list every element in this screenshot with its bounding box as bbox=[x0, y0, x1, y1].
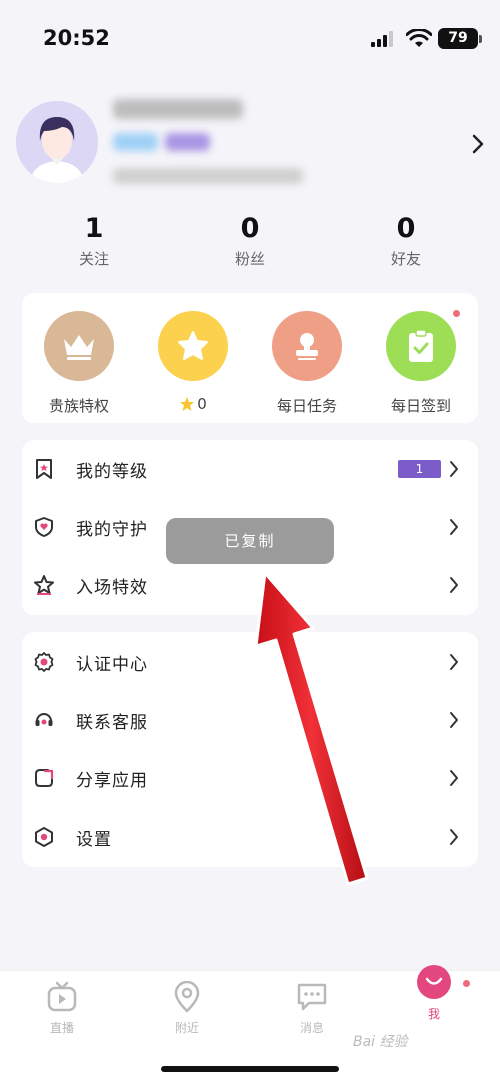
menu-my-guard-label: 我的守护 bbox=[76, 519, 148, 540]
smile-icon bbox=[417, 965, 451, 999]
stat-friends[interactable]: 0 好友 bbox=[346, 213, 466, 269]
checkin-notification-dot bbox=[453, 310, 460, 317]
menu-row-share-app[interactable]: 分享应用 bbox=[22, 749, 478, 807]
copied-toast: 已复制 bbox=[166, 518, 334, 564]
star-icon bbox=[158, 311, 228, 381]
level-badge: 1 bbox=[398, 460, 441, 478]
menu-row-verify-center[interactable]: 认证中心 bbox=[22, 633, 478, 691]
menu-settings-label: 设置 bbox=[76, 829, 112, 850]
quick-daily-task-label: 每日任务 bbox=[276, 397, 337, 415]
gear-hexagon-icon bbox=[33, 826, 55, 848]
chevron-right-icon bbox=[450, 654, 458, 670]
bookmark-star-icon bbox=[33, 458, 55, 480]
id-blurred bbox=[113, 168, 303, 184]
me-notification-dot bbox=[463, 980, 470, 987]
quick-stars-label: 0 bbox=[138, 395, 248, 413]
location-pin-icon bbox=[174, 980, 200, 1013]
watermark: Bai 经验 bbox=[353, 1034, 408, 1050]
menu-my-level-label: 我的等级 bbox=[76, 461, 148, 482]
tab-me-label: 我 bbox=[427, 1007, 440, 1021]
stat-fans-label: 粉丝 bbox=[234, 250, 265, 268]
battery-icon: 79 bbox=[438, 28, 478, 49]
stat-friends-count: 0 bbox=[396, 213, 416, 244]
tab-live[interactable]: 直播 bbox=[22, 981, 102, 1036]
stat-fans-count: 0 bbox=[240, 213, 260, 244]
home-indicator[interactable] bbox=[161, 1066, 339, 1072]
quick-checkin-label: 每日签到 bbox=[390, 397, 451, 415]
menu-support-label: 联系客服 bbox=[76, 712, 148, 733]
tab-nearby[interactable]: 附近 bbox=[147, 980, 227, 1036]
crown-icon bbox=[44, 311, 114, 381]
menu-row-settings[interactable]: 设置 bbox=[22, 808, 478, 866]
stat-following[interactable]: 1 关注 bbox=[34, 213, 154, 269]
badge-blurred-purple bbox=[165, 133, 210, 151]
avatar[interactable] bbox=[16, 101, 98, 183]
clipboard-check-icon bbox=[386, 311, 456, 381]
share-icon bbox=[33, 767, 55, 789]
quick-stars[interactable]: 0 bbox=[138, 311, 248, 413]
chevron-right-icon bbox=[450, 461, 458, 477]
tab-live-label: 直播 bbox=[49, 1021, 74, 1035]
menu-entry-effect-label: 入场特效 bbox=[76, 577, 148, 598]
stamp-icon bbox=[272, 311, 342, 381]
headset-icon bbox=[33, 709, 55, 731]
chevron-right-icon bbox=[450, 519, 458, 535]
signal-icon bbox=[371, 31, 393, 47]
quick-noble-label: 贵族特权 bbox=[48, 397, 109, 415]
quick-noble-privilege[interactable]: 贵族特权 bbox=[24, 311, 134, 416]
chevron-right-icon bbox=[450, 712, 458, 728]
menu-verify-label: 认证中心 bbox=[76, 654, 148, 675]
stat-following-label: 关注 bbox=[78, 250, 109, 268]
chevron-right-icon bbox=[450, 577, 458, 593]
wifi-icon bbox=[406, 29, 432, 47]
status-bar: 20:52 79 bbox=[0, 0, 500, 78]
badge-blurred-blue bbox=[113, 133, 158, 151]
tab-me[interactable]: 我 bbox=[394, 965, 474, 1022]
menu-row-entry-effect[interactable]: 入场特效 bbox=[22, 556, 478, 614]
star-count: 0 bbox=[197, 395, 207, 413]
quick-daily-task[interactable]: 每日任务 bbox=[252, 311, 362, 416]
small-star-icon bbox=[180, 397, 195, 411]
tab-messages[interactable]: 消息 bbox=[272, 981, 352, 1036]
shield-heart-icon bbox=[33, 516, 55, 538]
chat-bubble-icon bbox=[297, 983, 327, 1011]
tab-nearby-label: 附近 bbox=[174, 1021, 199, 1035]
chevron-right-icon bbox=[450, 829, 458, 845]
chevron-right-icon[interactable] bbox=[471, 133, 485, 155]
menu-card-settings: 认证中心 联系客服 分享应用 设置 bbox=[22, 632, 478, 867]
chevron-right-icon bbox=[450, 770, 458, 786]
tv-play-icon bbox=[47, 981, 77, 1012]
stat-following-count: 1 bbox=[84, 213, 104, 244]
quick-actions-card: 贵族特权 0 每日任务 每日签到 bbox=[22, 293, 478, 423]
quick-daily-checkin[interactable]: 每日签到 bbox=[366, 311, 476, 416]
menu-row-customer-service[interactable]: 联系客服 bbox=[22, 691, 478, 749]
username-blurred bbox=[113, 99, 243, 119]
stat-friends-label: 好友 bbox=[390, 250, 421, 268]
menu-share-label: 分享应用 bbox=[76, 770, 148, 791]
tab-messages-label: 消息 bbox=[299, 1021, 324, 1035]
stat-fans[interactable]: 0 粉丝 bbox=[190, 213, 310, 269]
badge-verify-icon bbox=[33, 651, 55, 673]
status-time: 20:52 bbox=[43, 26, 110, 50]
avatar-person-icon bbox=[16, 101, 98, 183]
menu-row-my-level[interactable]: 我的等级 1 bbox=[22, 440, 478, 498]
star-outline-icon bbox=[33, 574, 55, 596]
battery-tip bbox=[479, 35, 482, 43]
